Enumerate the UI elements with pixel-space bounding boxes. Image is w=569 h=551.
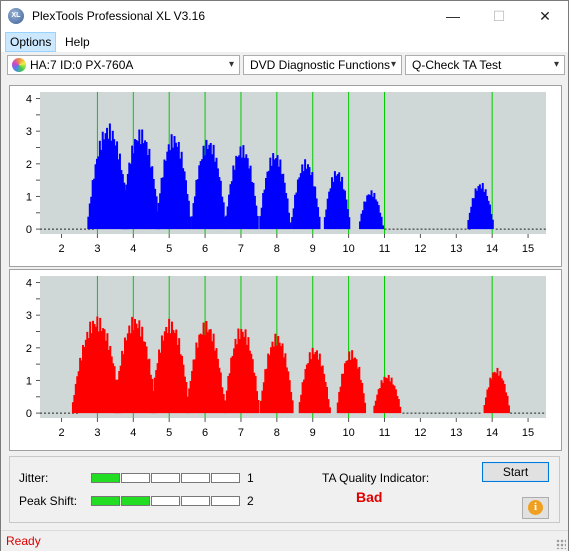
x-tick-label: 15	[522, 427, 534, 439]
y-tick-label: 2	[26, 159, 32, 171]
y-tick-label: 4	[26, 278, 32, 290]
test-select[interactable]: Q-Check TA Test ▾	[405, 55, 565, 75]
function-select[interactable]: DVD Diagnostic Functions ▾	[243, 55, 402, 75]
meter-segment	[211, 473, 240, 483]
x-tick-label: 7	[238, 427, 244, 439]
test-select-value: Q-Check TA Test	[412, 58, 502, 72]
x-axis-strip	[40, 234, 546, 259]
meter-segment	[151, 473, 180, 483]
meter-segment	[91, 496, 120, 506]
chevron-down-icon: ▾	[390, 59, 396, 70]
y-tick-label: 2	[26, 343, 32, 355]
x-tick-label: 14	[486, 243, 498, 255]
peak-shift-value: 2	[247, 494, 254, 508]
bar	[189, 216, 192, 230]
x-tick-label: 3	[94, 243, 100, 255]
bar	[491, 219, 494, 230]
bar	[364, 402, 367, 414]
title-bar: XL PlexTools Professional XL V3.16 — ☐ ✕	[1, 1, 568, 32]
x-tick-label: 13	[450, 243, 462, 255]
meter-segment	[181, 473, 210, 483]
bar	[289, 222, 292, 230]
menu-options[interactable]: Options	[5, 32, 57, 52]
resize-grip-icon[interactable]	[556, 539, 566, 549]
y-tick-label: 1	[26, 375, 32, 387]
jitter-label: Jitter:	[19, 471, 49, 485]
x-tick-label: 12	[414, 427, 426, 439]
minimize-button[interactable]: —	[430, 1, 476, 32]
app-logo-icon: XL	[8, 8, 24, 24]
info-button[interactable]: i	[522, 497, 549, 519]
x-tick-label: 4	[130, 427, 136, 439]
close-button[interactable]: ✕	[522, 1, 568, 32]
y-tick-label: 0	[26, 408, 32, 420]
maximize-button[interactable]: ☐	[476, 1, 522, 32]
chevron-down-icon: ▾	[553, 59, 559, 70]
x-tick-label: 10	[342, 427, 354, 439]
jitter-value: 1	[247, 471, 254, 485]
x-tick-label: 9	[310, 427, 316, 439]
x-tick-label: 5	[166, 427, 172, 439]
bar	[256, 215, 259, 230]
x-axis-strip	[40, 418, 546, 443]
drive-select[interactable]: HA:7 ID:0 PX-760A ▾	[7, 55, 240, 75]
results-panel	[9, 456, 560, 523]
status-bar: Ready	[1, 530, 568, 551]
y-tick-label: 3	[26, 126, 32, 138]
x-tick-label: 14	[486, 427, 498, 439]
peak-shift-label: Peak Shift:	[19, 494, 78, 508]
meter-segment	[121, 473, 150, 483]
bar	[399, 406, 402, 414]
status-text: Ready	[6, 534, 41, 548]
x-tick-label: 9	[310, 243, 316, 255]
bar	[257, 400, 260, 414]
x-tick-label: 8	[274, 243, 280, 255]
x-tick-label: 15	[522, 243, 534, 255]
window-title: PlexTools Professional XL V3.16	[32, 9, 205, 23]
ta-quality-value: Bad	[356, 489, 383, 505]
meter-segment	[211, 496, 240, 506]
y-tick-label: 1	[26, 191, 32, 203]
start-button[interactable]: Start	[482, 462, 549, 482]
meter-segment	[121, 496, 150, 506]
x-tick-label: 5	[166, 243, 172, 255]
x-tick-label: 6	[202, 243, 208, 255]
x-tick-label: 10	[342, 243, 354, 255]
drive-select-value: HA:7 ID:0 PX-760A	[30, 58, 134, 72]
menu-bar: Options Help	[1, 32, 568, 52]
function-select-value: DVD Diagnostic Functions	[250, 58, 391, 72]
ta-quality-label: TA Quality Indicator:	[322, 471, 430, 485]
x-tick-label: 13	[450, 427, 462, 439]
x-tick-label: 2	[58, 243, 64, 255]
x-tick-label: 11	[379, 243, 390, 255]
main-window: XL PlexTools Professional XL V3.16 — ☐ ✕…	[0, 0, 569, 551]
info-icon: i	[528, 500, 543, 515]
y-tick-label: 4	[26, 94, 32, 106]
x-tick-label: 11	[379, 427, 390, 439]
top-chart: 012342 3 4 5 6 7 8 9 10 11 12 13 14 15	[9, 85, 562, 267]
bar	[318, 216, 321, 230]
bar	[381, 225, 384, 230]
meter-segment	[151, 496, 180, 506]
disc-icon	[12, 58, 26, 72]
meter-segment	[91, 473, 120, 483]
bar	[291, 400, 294, 414]
x-tick-label: 6	[202, 427, 208, 439]
bar	[328, 407, 331, 414]
y-tick-label: 0	[26, 224, 32, 236]
chevron-down-icon: ▾	[228, 59, 234, 70]
meter-segment	[181, 496, 210, 506]
menu-help[interactable]: Help	[61, 33, 94, 51]
x-tick-label: 12	[414, 243, 426, 255]
x-tick-label: 8	[274, 427, 280, 439]
bar	[348, 217, 351, 230]
bar	[507, 405, 510, 414]
y-tick-label: 3	[26, 310, 32, 322]
bottom-chart: 012342 3 4 5 6 7 8 9 10 11 12 13 14 15	[9, 269, 562, 451]
x-tick-label: 2	[58, 427, 64, 439]
x-tick-label: 4	[130, 243, 136, 255]
x-tick-label: 3	[94, 427, 100, 439]
x-tick-label: 7	[238, 243, 244, 255]
